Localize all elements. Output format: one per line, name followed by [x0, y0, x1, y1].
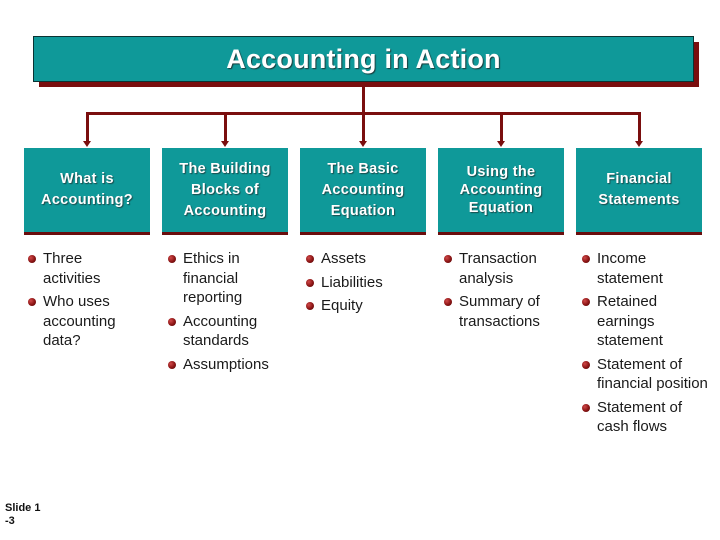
bullet-icon — [444, 298, 452, 306]
bullet-icon — [582, 298, 590, 306]
arrow-down-icon — [359, 141, 367, 147]
connector-drop-5 — [638, 112, 641, 142]
list-item: Equity — [306, 296, 431, 316]
bullet-list-building-blocks: Ethics in financial reporting Accounting… — [168, 249, 288, 378]
bullet-icon — [168, 360, 176, 369]
list-item-text: Who uses accounting data? — [43, 293, 116, 349]
list-item: Transaction analysis — [444, 249, 559, 288]
list-item-text: Accounting standards — [183, 312, 258, 350]
list-item-text: Retained earnings statement — [597, 293, 663, 349]
connector-drop-3 — [362, 112, 365, 142]
bullet-icon — [306, 255, 314, 263]
list-item-text: Income statement — [597, 250, 663, 287]
arrow-down-icon — [497, 141, 505, 147]
connector-drop-2 — [224, 112, 227, 142]
arrow-down-icon — [221, 141, 229, 147]
list-item-text: Transaction analysis — [459, 250, 537, 287]
category-label: The Basic Accounting Equation — [321, 160, 405, 219]
category-box-basic-equation: The Basic Accounting Equation — [300, 148, 426, 235]
list-item: Statement of financial position — [582, 355, 709, 394]
arrow-down-icon — [83, 141, 91, 147]
category-label: What is Accounting? — [41, 171, 133, 208]
category-box-using-equation: Using the Accounting Equation — [438, 148, 564, 235]
category-box-building-blocks: The Building Blocks of Accounting — [162, 148, 288, 235]
list-item-text: Liabilities — [321, 273, 383, 291]
category-label: Financial Statements — [598, 171, 680, 208]
connector-trunk — [362, 87, 365, 114]
list-item-text: Assets — [321, 250, 367, 267]
slide-number: Slide 1 -3 — [5, 502, 41, 527]
bullet-list-basic-equation: Assets Liabilities Equity — [306, 249, 431, 320]
bullet-list-financial-statements: Income statement Retained earnings state… — [582, 249, 708, 441]
list-item-text: Ethics in financial reporting — [183, 250, 243, 306]
arrow-down-icon — [635, 141, 643, 147]
bullet-list-using-equation: Transaction analysis Summary of transact… — [444, 249, 559, 335]
category-box-what-is-accounting: What is Accounting? — [24, 148, 150, 235]
category-label: Using the Accounting Equation — [459, 164, 543, 216]
list-item: Who uses accounting data? — [28, 292, 128, 351]
bullet-icon — [582, 255, 590, 263]
list-item: Assumptions — [168, 355, 288, 375]
list-item: Retained earnings statement — [582, 292, 687, 351]
slide-title: Accounting in Action — [226, 43, 501, 74]
connector-drop-4 — [500, 112, 503, 142]
connector-drop-1 — [86, 112, 89, 142]
bullet-icon — [306, 278, 314, 287]
list-item: Assets — [306, 249, 431, 269]
list-item-text: Three activities — [43, 250, 101, 287]
title-box: Accounting in Action — [33, 36, 694, 82]
bullet-list-what-is-accounting: Three activities Who uses accounting dat… — [28, 249, 128, 355]
list-item: Statement of cash flows — [582, 398, 709, 437]
bullet-icon — [168, 317, 176, 326]
list-item: Ethics in financial reporting — [168, 249, 268, 308]
list-item-text: Equity — [321, 297, 363, 314]
list-item-text: Statement of financial position — [597, 355, 708, 393]
list-item: Accounting standards — [168, 312, 278, 351]
slide: Accounting in Action What is Accounting?… — [0, 0, 720, 540]
bullet-icon — [168, 255, 176, 263]
bullet-icon — [582, 360, 590, 369]
bullet-icon — [444, 255, 452, 263]
category-box-financial-statements: Financial Statements — [576, 148, 702, 235]
bullet-icon — [28, 298, 36, 306]
list-item: Liabilities — [306, 273, 431, 293]
list-item-text: Statement of cash flows — [597, 398, 683, 436]
list-item: Summary of transactions — [444, 292, 559, 331]
list-item: Income statement — [582, 249, 687, 288]
bullet-icon — [582, 403, 590, 412]
list-item-text: Summary of transactions — [459, 293, 540, 330]
list-item-text: Assumptions — [183, 355, 269, 373]
bullet-icon — [28, 255, 36, 263]
list-item: Three activities — [28, 249, 128, 288]
bullet-icon — [306, 302, 314, 310]
category-label: The Building Blocks of Accounting — [179, 160, 271, 219]
